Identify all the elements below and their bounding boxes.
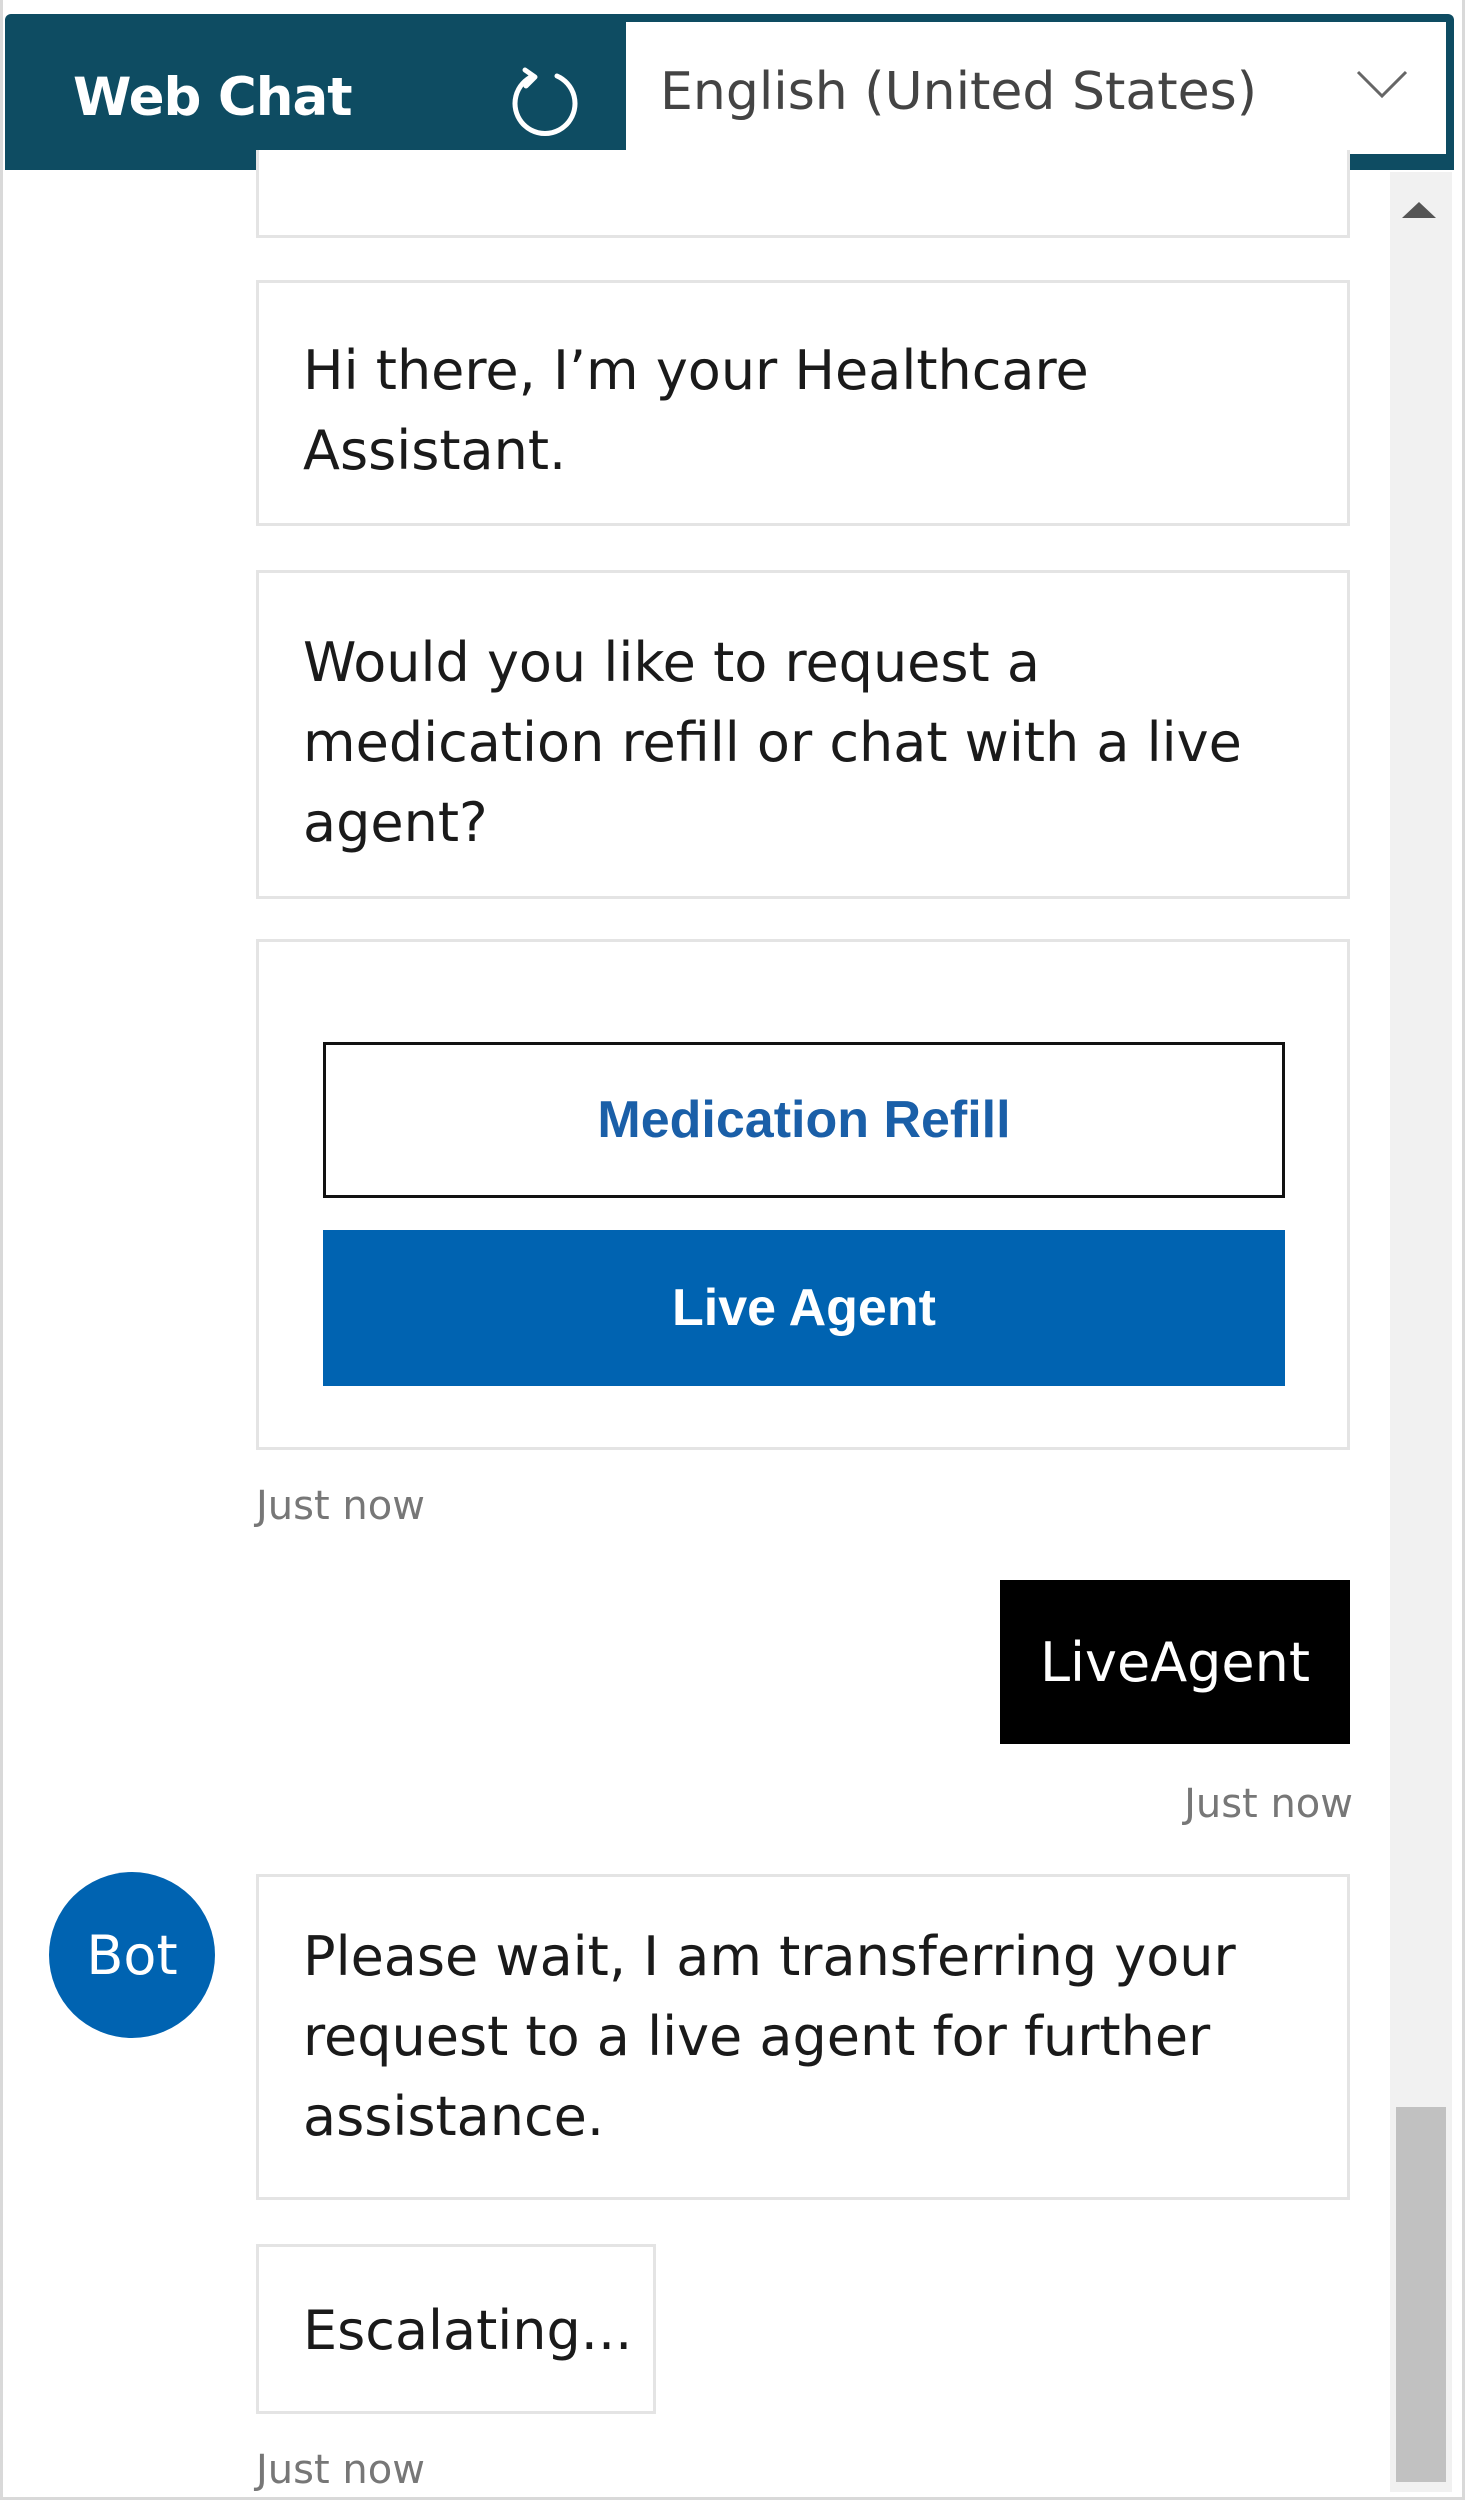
language-select-value: English (United States): [660, 62, 1257, 122]
bot-message-text: Would you like to request a medication r…: [303, 631, 1242, 854]
scroll-up-arrow-icon[interactable]: [1402, 202, 1436, 218]
chevron-down-icon: [1356, 70, 1408, 99]
bot-message-transfer: Please wait, I am transferring your requ…: [256, 1874, 1350, 2200]
bot-message-text: Escalating...: [303, 2299, 633, 2362]
message-timestamp: Just now: [256, 1483, 425, 1529]
refresh-icon: [512, 67, 578, 136]
bot-message-question: Would you like to request a medication r…: [256, 570, 1350, 899]
medication-refill-button[interactable]: Medication Refill: [323, 1042, 1285, 1198]
bot-message-greeting: Hi there, I’m your Healthcare Assistant.: [256, 280, 1350, 526]
message-timestamp: Just now: [1184, 1781, 1353, 1827]
header-title: Web Chat: [73, 67, 353, 128]
bot-message-text: Hi there, I’m your Healthcare Assistant.: [303, 339, 1089, 482]
bot-message-partial: [256, 150, 1350, 238]
bot-avatar: Bot: [49, 1872, 215, 2038]
suggested-actions-card: Medication Refill Live Agent: [256, 939, 1350, 1450]
live-agent-button[interactable]: Live Agent: [323, 1230, 1285, 1386]
scrollbar-thumb[interactable]: [1396, 2107, 1446, 2482]
refresh-button[interactable]: [505, 64, 585, 144]
language-select[interactable]: English (United States): [622, 18, 1450, 158]
bot-message-text: Please wait, I am transferring your requ…: [303, 1925, 1236, 2148]
bot-message-escalating: Escalating...: [256, 2244, 656, 2414]
user-message: LiveAgent: [1000, 1580, 1350, 1744]
message-timestamp: Just now: [256, 2447, 425, 2493]
chat-header: Web Chat English (United States): [5, 14, 1454, 170]
transcript-scrollbar[interactable]: [1390, 172, 1452, 2492]
